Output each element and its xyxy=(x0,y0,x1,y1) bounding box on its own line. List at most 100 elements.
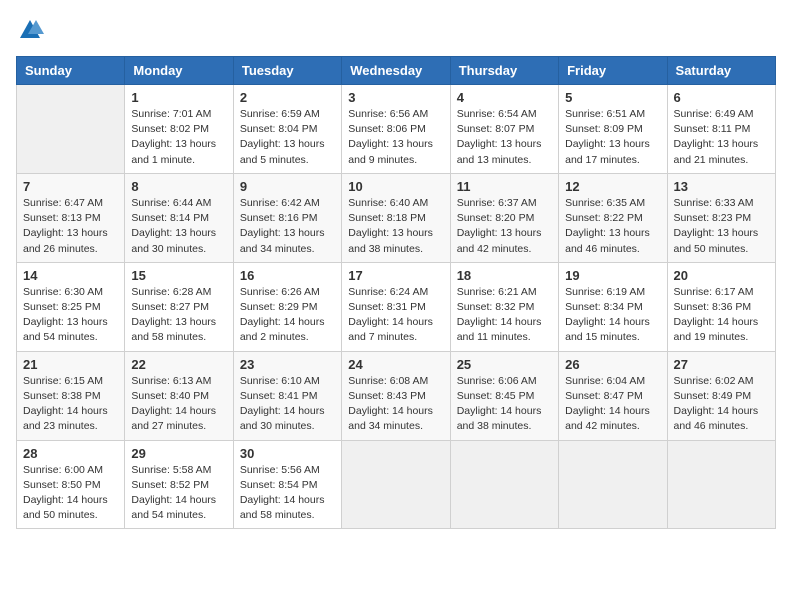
day-cell: 20 Sunrise: 6:17 AM Sunset: 8:36 PM Dayli… xyxy=(667,262,775,351)
day-cell: 30Sunrise: 5:56 AM Sunset: 8:54 PM Dayli… xyxy=(233,440,341,529)
calendar: SundayMondayTuesdayWednesdayThursdayFrid… xyxy=(16,56,776,529)
day-number: 9 xyxy=(240,179,335,194)
logo-icon xyxy=(16,16,44,44)
day-number: 14 xyxy=(23,268,118,283)
day-info: Sunrise: 6:02 AM Sunset: 8:49 PM Dayligh… xyxy=(674,374,769,435)
day-cell xyxy=(342,440,450,529)
day-cell: 9 Sunrise: 6:42 AM Sunset: 8:16 PM Daylig… xyxy=(233,173,341,262)
day-cell xyxy=(559,440,667,529)
day-info: Sunrise: 6:40 AM Sunset: 8:18 PM Dayligh… xyxy=(348,196,443,257)
weekday-header-thursday: Thursday xyxy=(450,57,558,85)
day-number: 5 xyxy=(565,90,660,105)
day-cell: 12Sunrise: 6:35 AM Sunset: 8:22 PM Dayli… xyxy=(559,173,667,262)
day-cell: 23Sunrise: 6:10 AM Sunset: 8:41 PM Dayli… xyxy=(233,351,341,440)
week-row-3: 14 Sunrise: 6:30 AM Sunset: 8:25 PM Dayli… xyxy=(17,262,776,351)
day-info: Sunrise: 6:47 AM Sunset: 8:13 PM Dayligh… xyxy=(23,196,118,257)
day-info: Sunrise: 7:01 AM Sunset: 8:02 PM Dayligh… xyxy=(131,107,226,168)
day-number: 27 xyxy=(674,357,769,372)
day-number: 29 xyxy=(131,446,226,461)
day-cell: 8 Sunrise: 6:44 AM Sunset: 8:14 PM Daylig… xyxy=(125,173,233,262)
day-cell xyxy=(667,440,775,529)
day-info: Sunrise: 6:59 AM Sunset: 8:04 PM Dayligh… xyxy=(240,107,335,168)
day-cell: 13 Sunrise: 6:33 AM Sunset: 8:23 PM Dayli… xyxy=(667,173,775,262)
day-cell: 25Sunrise: 6:06 AM Sunset: 8:45 PM Dayli… xyxy=(450,351,558,440)
day-number: 15 xyxy=(131,268,226,283)
week-row-2: 7 Sunrise: 6:47 AM Sunset: 8:13 PM Daylig… xyxy=(17,173,776,262)
day-info: Sunrise: 6:28 AM Sunset: 8:27 PM Dayligh… xyxy=(131,285,226,346)
day-number: 20 xyxy=(674,268,769,283)
day-info: Sunrise: 6:49 AM Sunset: 8:11 PM Dayligh… xyxy=(674,107,769,168)
day-number: 26 xyxy=(565,357,660,372)
day-cell: 21 Sunrise: 6:15 AM Sunset: 8:38 PM Dayli… xyxy=(17,351,125,440)
day-number: 4 xyxy=(457,90,552,105)
day-number: 28 xyxy=(23,446,118,461)
day-cell: 4 Sunrise: 6:54 AM Sunset: 8:07 PM Daylig… xyxy=(450,85,558,174)
day-info: Sunrise: 6:37 AM Sunset: 8:20 PM Dayligh… xyxy=(457,196,552,257)
day-number: 16 xyxy=(240,268,335,283)
day-info: Sunrise: 6:56 AM Sunset: 8:06 PM Dayligh… xyxy=(348,107,443,168)
weekday-header-sunday: Sunday xyxy=(17,57,125,85)
day-number: 2 xyxy=(240,90,335,105)
day-number: 24 xyxy=(348,357,443,372)
day-cell: 2 Sunrise: 6:59 AM Sunset: 8:04 PM Daylig… xyxy=(233,85,341,174)
day-info: Sunrise: 6:42 AM Sunset: 8:16 PM Dayligh… xyxy=(240,196,335,257)
day-cell: 29 Sunrise: 5:58 AM Sunset: 8:52 PM Dayli… xyxy=(125,440,233,529)
day-cell: 24 Sunrise: 6:08 AM Sunset: 8:43 PM Dayli… xyxy=(342,351,450,440)
day-cell: 22 Sunrise: 6:13 AM Sunset: 8:40 PM Dayli… xyxy=(125,351,233,440)
logo xyxy=(16,16,48,44)
day-number: 3 xyxy=(348,90,443,105)
day-number: 17 xyxy=(348,268,443,283)
day-number: 23 xyxy=(240,357,335,372)
day-info: Sunrise: 6:06 AM Sunset: 8:45 PM Dayligh… xyxy=(457,374,552,435)
day-info: Sunrise: 6:13 AM Sunset: 8:40 PM Dayligh… xyxy=(131,374,226,435)
day-cell: 5 Sunrise: 6:51 AM Sunset: 8:09 PM Daylig… xyxy=(559,85,667,174)
day-cell: 3 Sunrise: 6:56 AM Sunset: 8:06 PM Daylig… xyxy=(342,85,450,174)
weekday-header-saturday: Saturday xyxy=(667,57,775,85)
day-number: 22 xyxy=(131,357,226,372)
day-info: Sunrise: 6:44 AM Sunset: 8:14 PM Dayligh… xyxy=(131,196,226,257)
day-info: Sunrise: 6:15 AM Sunset: 8:38 PM Dayligh… xyxy=(23,374,118,435)
day-number: 13 xyxy=(674,179,769,194)
weekday-header-tuesday: Tuesday xyxy=(233,57,341,85)
day-info: Sunrise: 6:17 AM Sunset: 8:36 PM Dayligh… xyxy=(674,285,769,346)
day-cell xyxy=(17,85,125,174)
day-cell: 16 Sunrise: 6:26 AM Sunset: 8:29 PM Dayli… xyxy=(233,262,341,351)
day-info: Sunrise: 6:08 AM Sunset: 8:43 PM Dayligh… xyxy=(348,374,443,435)
day-info: Sunrise: 6:54 AM Sunset: 8:07 PM Dayligh… xyxy=(457,107,552,168)
day-number: 21 xyxy=(23,357,118,372)
weekday-header-friday: Friday xyxy=(559,57,667,85)
day-info: Sunrise: 6:19 AM Sunset: 8:34 PM Dayligh… xyxy=(565,285,660,346)
day-info: Sunrise: 5:58 AM Sunset: 8:52 PM Dayligh… xyxy=(131,463,226,524)
week-row-4: 21 Sunrise: 6:15 AM Sunset: 8:38 PM Dayli… xyxy=(17,351,776,440)
day-cell xyxy=(450,440,558,529)
day-cell: 28Sunrise: 6:00 AM Sunset: 8:50 PM Dayli… xyxy=(17,440,125,529)
day-number: 19 xyxy=(565,268,660,283)
day-info: Sunrise: 5:56 AM Sunset: 8:54 PM Dayligh… xyxy=(240,463,335,524)
day-info: Sunrise: 6:51 AM Sunset: 8:09 PM Dayligh… xyxy=(565,107,660,168)
day-number: 6 xyxy=(674,90,769,105)
day-info: Sunrise: 6:26 AM Sunset: 8:29 PM Dayligh… xyxy=(240,285,335,346)
day-info: Sunrise: 6:21 AM Sunset: 8:32 PM Dayligh… xyxy=(457,285,552,346)
day-number: 11 xyxy=(457,179,552,194)
week-row-5: 28Sunrise: 6:00 AM Sunset: 8:50 PM Dayli… xyxy=(17,440,776,529)
day-cell: 19 Sunrise: 6:19 AM Sunset: 8:34 PM Dayli… xyxy=(559,262,667,351)
day-cell: 15 Sunrise: 6:28 AM Sunset: 8:27 PM Dayli… xyxy=(125,262,233,351)
day-cell: 7 Sunrise: 6:47 AM Sunset: 8:13 PM Daylig… xyxy=(17,173,125,262)
day-number: 7 xyxy=(23,179,118,194)
day-number: 18 xyxy=(457,268,552,283)
day-number: 8 xyxy=(131,179,226,194)
day-cell: 6 Sunrise: 6:49 AM Sunset: 8:11 PM Daylig… xyxy=(667,85,775,174)
day-cell: 17 Sunrise: 6:24 AM Sunset: 8:31 PM Dayli… xyxy=(342,262,450,351)
day-cell: 14 Sunrise: 6:30 AM Sunset: 8:25 PM Dayli… xyxy=(17,262,125,351)
day-info: Sunrise: 6:04 AM Sunset: 8:47 PM Dayligh… xyxy=(565,374,660,435)
day-cell: 10Sunrise: 6:40 AM Sunset: 8:18 PM Dayli… xyxy=(342,173,450,262)
week-row-1: 1 Sunrise: 7:01 AM Sunset: 8:02 PM Daylig… xyxy=(17,85,776,174)
day-info: Sunrise: 6:30 AM Sunset: 8:25 PM Dayligh… xyxy=(23,285,118,346)
day-cell: 18 Sunrise: 6:21 AM Sunset: 8:32 PM Dayli… xyxy=(450,262,558,351)
day-number: 1 xyxy=(131,90,226,105)
day-cell: 26 Sunrise: 6:04 AM Sunset: 8:47 PM Dayli… xyxy=(559,351,667,440)
day-info: Sunrise: 6:24 AM Sunset: 8:31 PM Dayligh… xyxy=(348,285,443,346)
day-info: Sunrise: 6:35 AM Sunset: 8:22 PM Dayligh… xyxy=(565,196,660,257)
weekday-header-row: SundayMondayTuesdayWednesdayThursdayFrid… xyxy=(17,57,776,85)
day-info: Sunrise: 6:33 AM Sunset: 8:23 PM Dayligh… xyxy=(674,196,769,257)
